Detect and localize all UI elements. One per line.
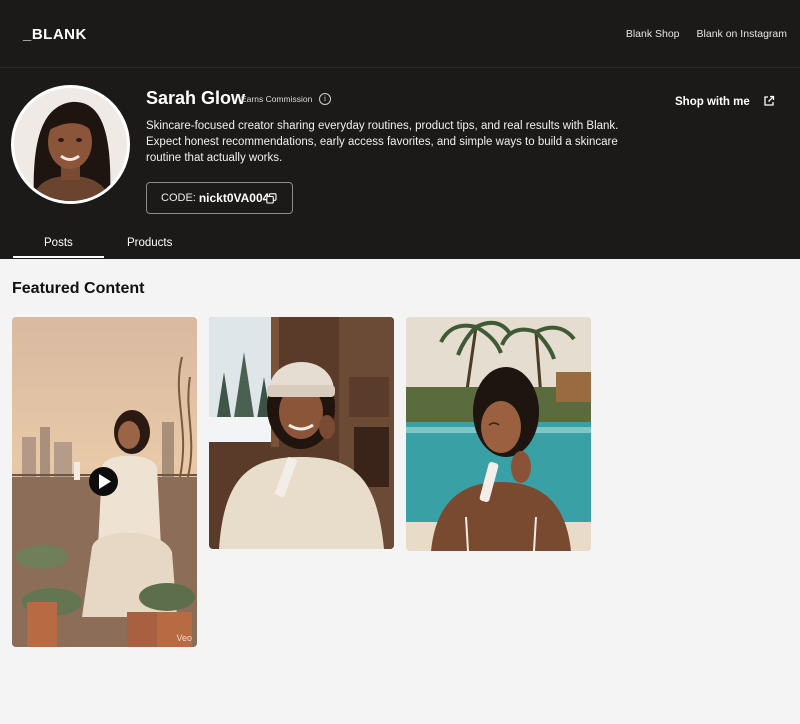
shop-with-me-button[interactable]: Shop with me [675, 96, 750, 108]
featured-content-title: Featured Content [12, 280, 145, 297]
winter-photo [209, 317, 394, 549]
discount-code-button[interactable]: CODE: nickt0VA004 [146, 182, 293, 214]
top-navigation-bar: _BLANK Blank Shop Blank on Instagram [0, 0, 800, 68]
creator-name: Sarah Glow [146, 88, 246, 108]
featured-image-card-winter[interactable] [209, 317, 394, 549]
top-nav-links: Blank Shop Blank on Instagram [626, 28, 787, 40]
profile-tabs: Posts Products [0, 232, 800, 259]
nav-link-blank-shop[interactable]: Blank Shop [626, 28, 680, 40]
video-watermark: Veo [176, 633, 192, 643]
info-icon[interactable]: i [319, 93, 331, 105]
external-link-icon[interactable] [763, 95, 775, 107]
brand-logo[interactable]: _BLANK [23, 26, 87, 43]
tab-posts[interactable]: Posts [44, 237, 73, 249]
featured-video-card[interactable]: Veo [12, 317, 197, 647]
creator-bio: Skincare-focused creator sharing everyda… [146, 120, 619, 164]
copy-icon[interactable] [266, 193, 277, 204]
code-label: CODE: [161, 192, 196, 204]
creator-profile-header: Sarah Glow Earns Commission i Shop with … [0, 68, 800, 259]
active-tab-indicator [13, 256, 104, 258]
play-button[interactable] [89, 467, 118, 496]
earns-commission-badge: Earns Commission [241, 94, 313, 104]
avatar-photo [14, 88, 127, 201]
nav-link-blank-instagram[interactable]: Blank on Instagram [697, 28, 787, 40]
code-value: nickt0VA004 [198, 191, 270, 205]
avatar [11, 85, 130, 204]
tab-products[interactable]: Products [127, 237, 172, 249]
poolside-photo [406, 317, 591, 551]
play-icon [99, 474, 111, 489]
featured-image-card-poolside[interactable] [406, 317, 591, 551]
